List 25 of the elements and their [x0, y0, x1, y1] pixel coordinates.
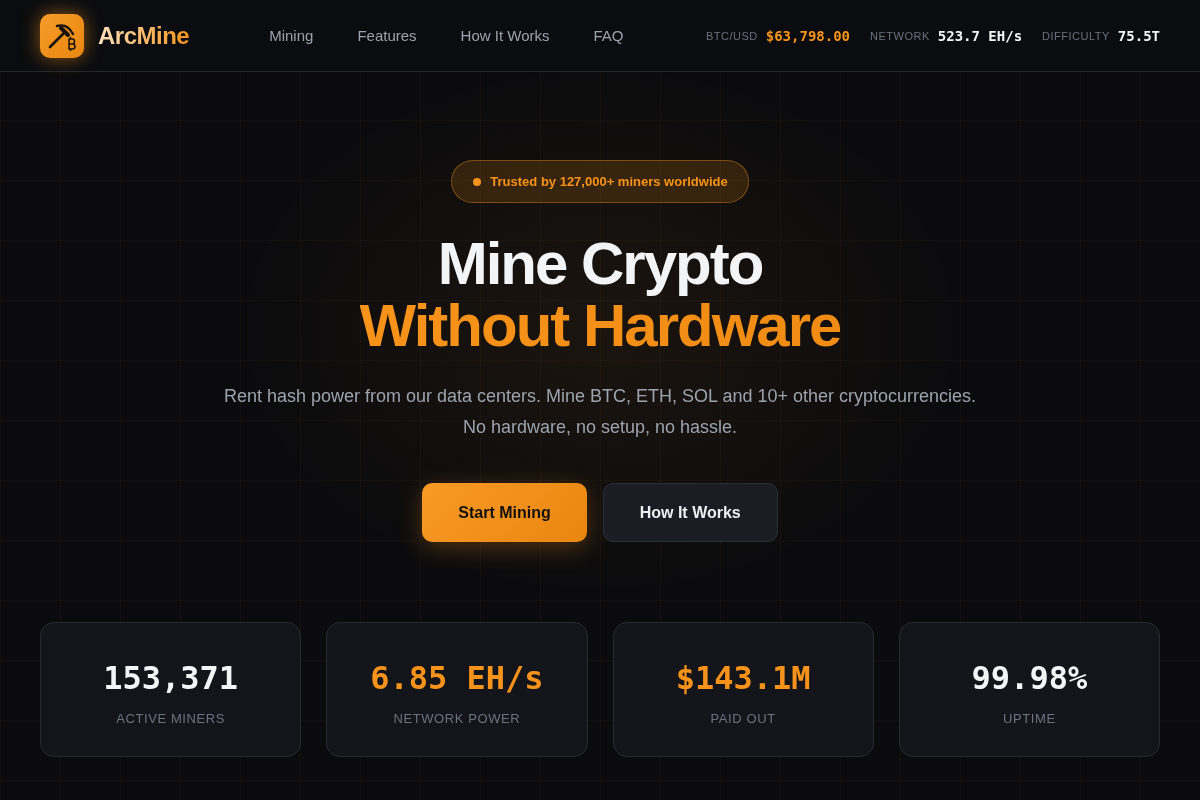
ticker-value: $63,798.00 — [765, 27, 851, 44]
ticker-value: 75.5T — [1117, 27, 1160, 44]
stat-label: NETWORK POWER — [393, 711, 521, 727]
ticker-label: NETWORK — [870, 29, 930, 42]
stat-value: $143.1M — [675, 658, 811, 698]
ticker-value: 523.7 EH/s — [937, 27, 1023, 44]
headline-line: Mine Crypto — [437, 233, 763, 295]
stat-label: ACTIVE MINERS — [116, 711, 226, 727]
ticker-label: BTC/USD — [706, 29, 758, 42]
stat-label: UPTIME — [1003, 711, 1056, 727]
primary-button[interactable]: Start Mining — [422, 483, 587, 542]
dot-icon — [473, 177, 482, 186]
nav-link[interactable]: FAQ — [593, 27, 624, 44]
ticker-label: DIFFICULTY — [1042, 29, 1110, 42]
nav-link[interactable]: How It Works — [460, 27, 550, 44]
stat-value: 153,371 — [103, 658, 239, 698]
nav-link[interactable]: Features — [357, 27, 417, 44]
pickaxe-logo-icon — [40, 13, 84, 58]
stat-value: 6.85 EH/s — [370, 658, 544, 698]
badge-text: Trusted by 127,000+ miners worldwide — [490, 174, 728, 189]
hero-subtitle: Rent hash power from our data centers. Mine BTC, ETH, SOL and 10+ other cryptocurrencies. No hardware, no setup, no hassle. — [223, 385, 977, 439]
secondary-button[interactable]: How It Works — [602, 483, 778, 542]
nav-link[interactable]: Mining — [269, 27, 314, 44]
stat-label: PAID OUT — [710, 711, 776, 727]
stat-value: 99.98% — [971, 658, 1088, 698]
